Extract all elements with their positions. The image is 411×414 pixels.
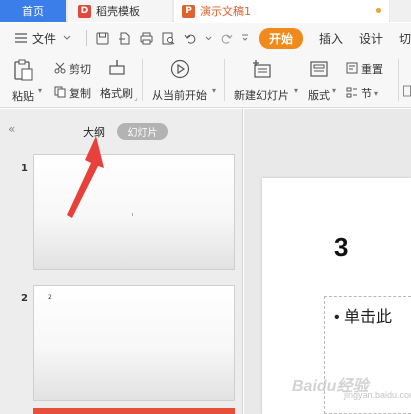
- redo-icon[interactable]: [218, 30, 234, 46]
- slide-number-2: 2: [21, 293, 28, 304]
- new-slide-button[interactable]: 新建幻灯片: [234, 59, 289, 103]
- unsaved-dot-icon: [376, 8, 381, 13]
- from-current-label: 从当前开始: [152, 89, 207, 102]
- ribbon-separator: [142, 59, 143, 101]
- undo-icon[interactable]: [182, 30, 198, 46]
- slide-thumbnail-2[interactable]: 2: [33, 285, 235, 401]
- section-label: 节: [361, 87, 372, 100]
- layout-icon: [309, 59, 329, 82]
- scissors-icon: [54, 62, 66, 77]
- format-painter-label: 格式刷: [100, 87, 133, 100]
- ribbon-separator: [398, 59, 399, 101]
- layout-dropdown-icon[interactable]: ▾: [332, 86, 336, 95]
- reset-label: 重置: [361, 63, 383, 76]
- more-tools-icon[interactable]: [403, 85, 411, 97]
- tab-overflow[interactable]: [390, 0, 411, 22]
- insert-tab[interactable]: 插入: [319, 30, 343, 47]
- ribbon-separator: [224, 59, 225, 101]
- design-tab[interactable]: 设计: [359, 30, 383, 47]
- ribbon-toolbar: 粘贴 ▾ 剪切 复制 格式刷 ⌟ 从当前开始 ▾ 新建幻灯片 ▾ 版式 ▾ 重置…: [0, 53, 411, 108]
- tab-home[interactable]: 首页: [0, 0, 66, 22]
- tab-document[interactable]: P 演示文稿1: [174, 0, 389, 22]
- customize-quick-access-icon[interactable]: [240, 30, 250, 46]
- thumbnail-mark: [132, 213, 133, 216]
- tab-template[interactable]: D 稻壳模板: [68, 0, 172, 22]
- paste-dropdown-icon[interactable]: ▾: [38, 86, 42, 95]
- new-slide-dropdown-icon[interactable]: ▾: [294, 86, 298, 95]
- copy-button[interactable]: 复制: [54, 85, 91, 101]
- tab-template-label: 稻壳模板: [96, 5, 140, 18]
- clipboard-expand-icon[interactable]: ⌟: [134, 93, 138, 102]
- presentation-logo-icon: P: [182, 4, 195, 18]
- save-icon[interactable]: [94, 30, 110, 46]
- reset-icon: [346, 62, 358, 77]
- paste-icon: [13, 59, 33, 84]
- section-dropdown-icon[interactable]: ▾: [374, 89, 378, 98]
- new-slide-icon: [252, 59, 272, 82]
- reset-button[interactable]: 重置: [346, 61, 383, 77]
- file-menu[interactable]: 文件: [10, 30, 78, 47]
- hamburger-icon: [13, 30, 29, 46]
- content-placeholder-text: • 单击此: [334, 309, 393, 326]
- baidu-watermark-url: jingyan.baidu.com: [344, 390, 411, 400]
- slide-thumbnail-1[interactable]: [33, 154, 235, 270]
- layout-button[interactable]: 版式: [308, 59, 330, 103]
- cut-label: 剪切: [69, 63, 91, 76]
- transition-tab[interactable]: 切: [399, 30, 411, 47]
- start-tab[interactable]: 开始: [259, 27, 304, 49]
- file-menu-label: 文件: [32, 31, 57, 46]
- outline-tab[interactable]: 大纲: [83, 124, 105, 140]
- chevron-down-icon: [59, 30, 75, 46]
- copy-label: 复制: [69, 87, 91, 100]
- export-pdf-icon[interactable]: [116, 30, 132, 46]
- layout-label: 版式: [308, 89, 330, 102]
- docer-logo-icon: D: [78, 4, 91, 18]
- copy-icon: [54, 86, 66, 101]
- paste-label: 粘贴: [12, 90, 34, 103]
- collapse-panel-icon[interactable]: «: [8, 122, 15, 136]
- slideshow-dropdown-icon[interactable]: ▾: [212, 86, 216, 95]
- undo-dropdown-icon[interactable]: [204, 30, 212, 46]
- format-painter-icon: [108, 59, 126, 80]
- format-painter-button[interactable]: 格式刷: [100, 59, 133, 101]
- print-icon[interactable]: [138, 30, 154, 46]
- slide-title-text[interactable]: 3: [334, 232, 348, 263]
- tab-document-label: 演示文稿1: [200, 5, 251, 18]
- tab-bar: 首页 D 稻壳模板 P 演示文稿1: [0, 0, 411, 22]
- menu-bar: 文件 开始 插入 设计 切: [0, 23, 411, 53]
- slide-thumbnail-3-selected[interactable]: [33, 408, 235, 414]
- print-preview-icon[interactable]: [160, 30, 176, 46]
- section-button[interactable]: 节 ▾: [346, 85, 378, 101]
- thumbnail-title-text: 2: [48, 294, 52, 301]
- play-icon: [170, 59, 190, 82]
- tab-home-label: 首页: [22, 5, 44, 18]
- from-current-slide-button[interactable]: 从当前开始: [152, 59, 207, 103]
- new-slide-label: 新建幻灯片: [234, 89, 289, 102]
- slides-tab[interactable]: 幻灯片: [117, 123, 168, 140]
- slide-number-1: 1: [21, 163, 28, 174]
- cut-button[interactable]: 剪切: [54, 61, 91, 77]
- paste-button[interactable]: 粘贴: [12, 59, 34, 104]
- section-icon: [346, 86, 358, 101]
